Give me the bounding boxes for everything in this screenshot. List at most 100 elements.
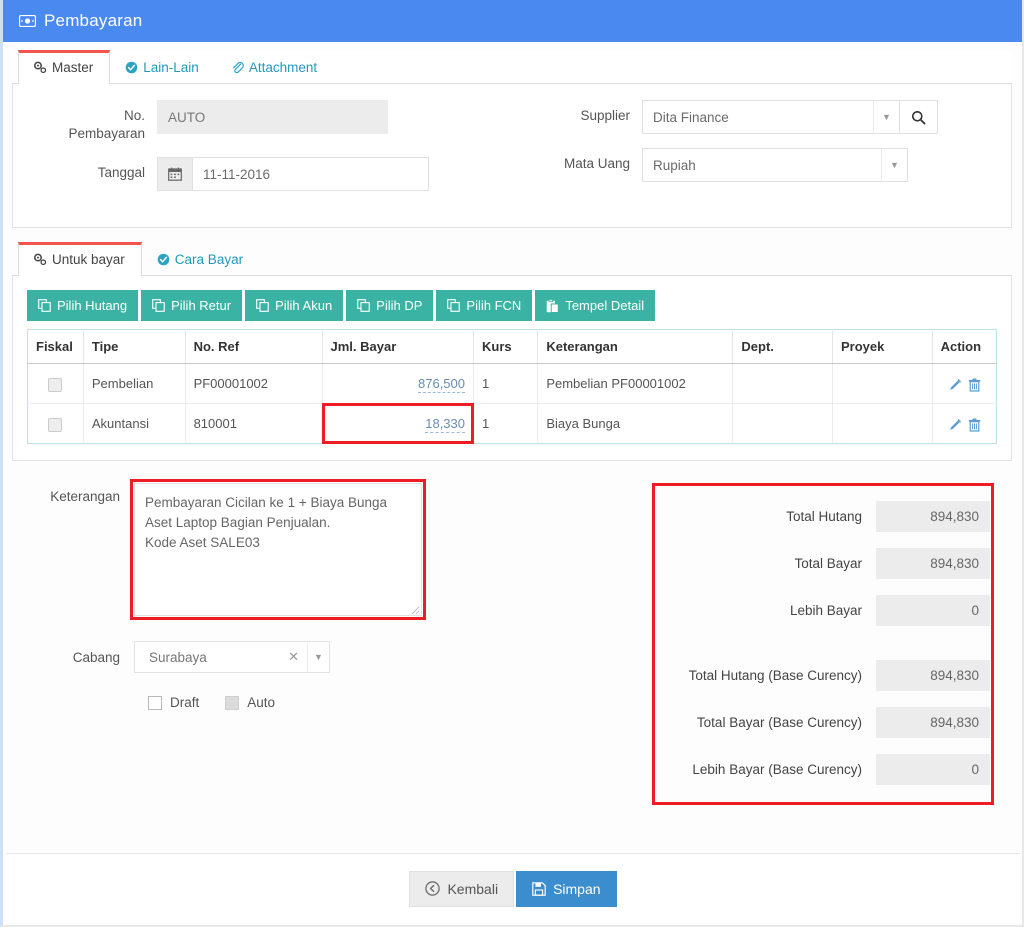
notes-section: Keterangan Pembayaran Cicilan ke 1 + Bia… [12, 479, 652, 805]
auto-checkbox[interactable] [225, 695, 240, 710]
pencil-icon[interactable] [948, 376, 966, 391]
pilih-retur-button[interactable]: Pilih Retur [141, 290, 243, 322]
chevron-down-icon[interactable]: ▼ [873, 101, 899, 133]
col-tipe: Tipe [83, 329, 186, 365]
payment-detail-table: Fiskal Tipe No. Ref Jml. Bayar Kurs Kete… [27, 329, 997, 445]
row-keterangan: Pembelian PF00001002 [537, 363, 734, 405]
row-keterangan: Biaya Bunga [537, 403, 734, 444]
tab-master[interactable]: Master [18, 50, 111, 84]
total-bayar-value: 894,830 [876, 548, 990, 580]
row-tipe: Pembelian [83, 363, 186, 405]
simpan-label: Simpan [553, 880, 601, 897]
cabang-select[interactable]: Surabaya ✕ ▼ [134, 641, 330, 674]
col-no-ref: No. Ref [185, 329, 323, 365]
kembali-button[interactable]: Kembali [409, 870, 515, 907]
row-no-ref: 810001 [185, 403, 323, 444]
table-header: Fiskal Tipe No. Ref Jml. Bayar Kurs Kete… [27, 329, 997, 365]
tab-cara-bayar[interactable]: Cara Bayar [142, 242, 260, 276]
supplier-value: Dita Finance [653, 109, 729, 125]
total-hutang-label: Total Hutang [786, 509, 862, 525]
no-pembayaran-label-line1: No. [123, 108, 145, 123]
tanggal-input[interactable]: 11-11-2016 [193, 157, 429, 192]
lower-section: Keterangan Pembayaran Cicilan ke 1 + Bia… [12, 479, 1012, 806]
tempel-detail-button[interactable]: Tempel Detail [535, 290, 656, 322]
tab-untuk-bayar-label: Untuk bayar [52, 252, 125, 268]
pembayaran-window: Pembayaran Master Lain-Lain Attachment N… [0, 0, 1024, 927]
pilih-akun-label: Pilih Akun [275, 298, 333, 314]
tab-lain-lain[interactable]: Lain-Lain [110, 50, 216, 84]
check-circle-icon [125, 61, 138, 74]
pilih-fcn-label: Pilih FCN [466, 298, 522, 314]
kembali-label: Kembali [447, 880, 499, 897]
pencil-icon[interactable] [948, 416, 966, 431]
lebih-bayar-label: Lebih Bayar [789, 603, 862, 619]
field-mata-uang: Mata Uang Rupiah ▼ [512, 148, 997, 182]
pilih-hutang-button[interactable]: Pilih Hutang [27, 290, 139, 322]
calendar-icon[interactable] [157, 157, 193, 192]
tempel-detail-label: Tempel Detail [565, 298, 645, 314]
supplier-search-button[interactable] [900, 100, 938, 134]
tab-attachment-label: Attachment [248, 60, 318, 75]
col-action: Action [932, 329, 997, 365]
field-keterangan: Keterangan Pembayaran Cicilan ke 1 + Bia… [24, 479, 652, 621]
mata-uang-label: Mata Uang [563, 156, 630, 171]
field-no-pembayaran: No. Pembayaran AUTO [27, 100, 512, 143]
total-bayar-base-row: Total Bayar (Base Curency) 894,830 [652, 707, 990, 739]
money-bill-icon [19, 15, 36, 27]
row-proyek [832, 403, 933, 444]
tab-untuk-bayar[interactable]: Untuk bayar [18, 242, 142, 277]
table-body: Pembelian PF00001002 876,500 1 Pembelian… [27, 363, 997, 444]
row-fiskal-checkbox[interactable] [48, 377, 63, 392]
copy-icon [447, 299, 461, 313]
no-pembayaran-input[interactable]: AUTO [157, 100, 388, 134]
total-hutang-base-value: 894,830 [876, 660, 990, 692]
row-jml-bayar[interactable]: 876,500 [418, 376, 465, 394]
tab-attachment[interactable]: Attachment [216, 50, 334, 84]
pilih-akun-button[interactable]: Pilih Akun [245, 290, 344, 322]
totals-section: Total Hutang 894,830 Total Bayar 894,830… [652, 483, 1012, 806]
floppy-disk-icon [532, 881, 546, 896]
draft-checkbox[interactable] [148, 695, 162, 710]
col-jml-bayar: Jml. Bayar [322, 329, 475, 365]
check-circle-icon [157, 253, 170, 266]
row-tipe: Akuntansi [83, 403, 186, 444]
simpan-button[interactable]: Simpan [516, 870, 617, 907]
total-hutang-value: 894,830 [876, 501, 990, 533]
total-hutang-base-row: Total Hutang (Base Curency) 894,830 [652, 660, 990, 692]
copy-icon [152, 299, 165, 313]
flag-checkbox-group: Draft Auto [148, 695, 652, 710]
mata-uang-value: Rupiah [653, 157, 696, 173]
master-panel: Master Lain-Lain Attachment No. Pembayar… [12, 50, 1012, 229]
copy-icon [38, 299, 51, 313]
table-row[interactable]: Pembelian PF00001002 876,500 1 Pembelian… [27, 363, 997, 405]
row-proyek [832, 363, 933, 405]
master-panel-body: No. Pembayaran AUTO Tanggal 11-11-2016 S… [12, 84, 1012, 229]
pilih-dp-label: Pilih DP [376, 298, 423, 314]
keterangan-textarea[interactable]: Pembayaran Cicilan ke 1 + Biaya Bunga As… [134, 483, 422, 617]
footer-bar: Kembali Simpan [6, 853, 1020, 923]
pilih-fcn-button[interactable]: Pilih FCN [436, 290, 533, 322]
cabang-label: Cabang [72, 649, 120, 665]
supplier-select[interactable]: Dita Finance ▼ [642, 100, 900, 134]
trash-icon[interactable] [968, 416, 981, 432]
auto-checkbox-item[interactable]: Auto [225, 695, 275, 710]
table-row[interactable]: Akuntansi 810001 18,330 1 Biaya Bunga [27, 402, 997, 444]
clear-x-icon[interactable]: ✕ [288, 649, 307, 665]
chevron-down-icon[interactable]: ▼ [307, 642, 329, 673]
pilih-hutang-label: Pilih Hutang [57, 298, 128, 314]
row-fiskal-checkbox[interactable] [48, 417, 63, 432]
col-keterangan: Keterangan [537, 329, 734, 365]
trash-icon[interactable] [968, 376, 981, 392]
auto-label: Auto [247, 695, 276, 711]
pilih-dp-button[interactable]: Pilih DP [346, 290, 434, 322]
gears-icon [33, 61, 47, 74]
col-proyek: Proyek [832, 329, 933, 365]
copy-icon [357, 299, 370, 313]
chevron-down-icon[interactable]: ▼ [881, 149, 907, 181]
draft-checkbox-item[interactable]: Draft [148, 695, 199, 710]
mata-uang-select[interactable]: Rupiah ▼ [642, 148, 908, 182]
lebih-bayar-base-label: Lebih Bayar (Base Curency) [692, 762, 862, 778]
gears-icon [33, 253, 47, 266]
row-jml-bayar-highlighted[interactable]: 18,330 [321, 402, 475, 444]
row-jml-bayar[interactable]: 18,330 [425, 416, 465, 434]
